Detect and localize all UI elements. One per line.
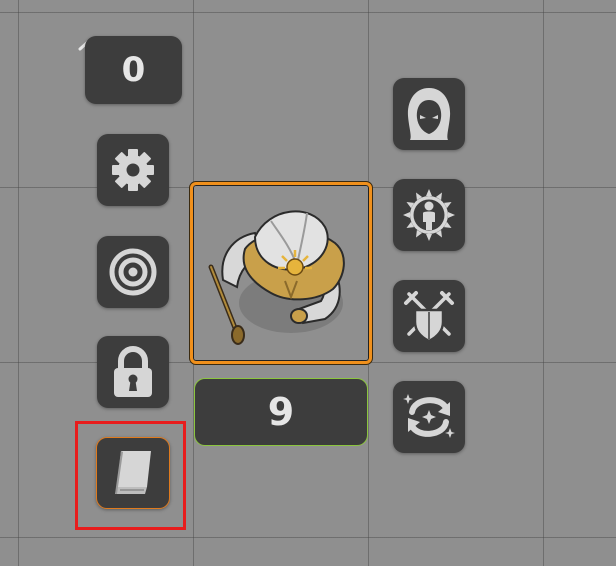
swirl-stars-icon <box>403 394 455 438</box>
armored-cleric-with-mace-icon <box>208 210 345 345</box>
token-value-box[interactable]: 9 <box>194 378 368 446</box>
token-portrait[interactable] <box>190 182 372 364</box>
gear-icon <box>112 149 154 191</box>
lock-button[interactable] <box>97 336 169 408</box>
padlock-icon <box>114 346 152 397</box>
counter-value: 0 <box>121 50 146 90</box>
target-icon <box>109 248 157 296</box>
stealth-button[interactable] <box>393 78 465 150</box>
spells-button[interactable] <box>393 381 465 453</box>
aura-button[interactable] <box>393 179 465 251</box>
radiant-figure-icon <box>403 189 455 241</box>
hooded-figure-icon <box>407 88 451 140</box>
target-button[interactable] <box>97 236 169 308</box>
selection-highlight <box>75 421 186 530</box>
token-value: 9 <box>267 390 295 434</box>
settings-button[interactable] <box>97 134 169 206</box>
combat-button[interactable] <box>393 280 465 352</box>
counter-display[interactable]: 0 <box>85 36 182 104</box>
crossed-swords-shield-icon <box>404 291 454 343</box>
